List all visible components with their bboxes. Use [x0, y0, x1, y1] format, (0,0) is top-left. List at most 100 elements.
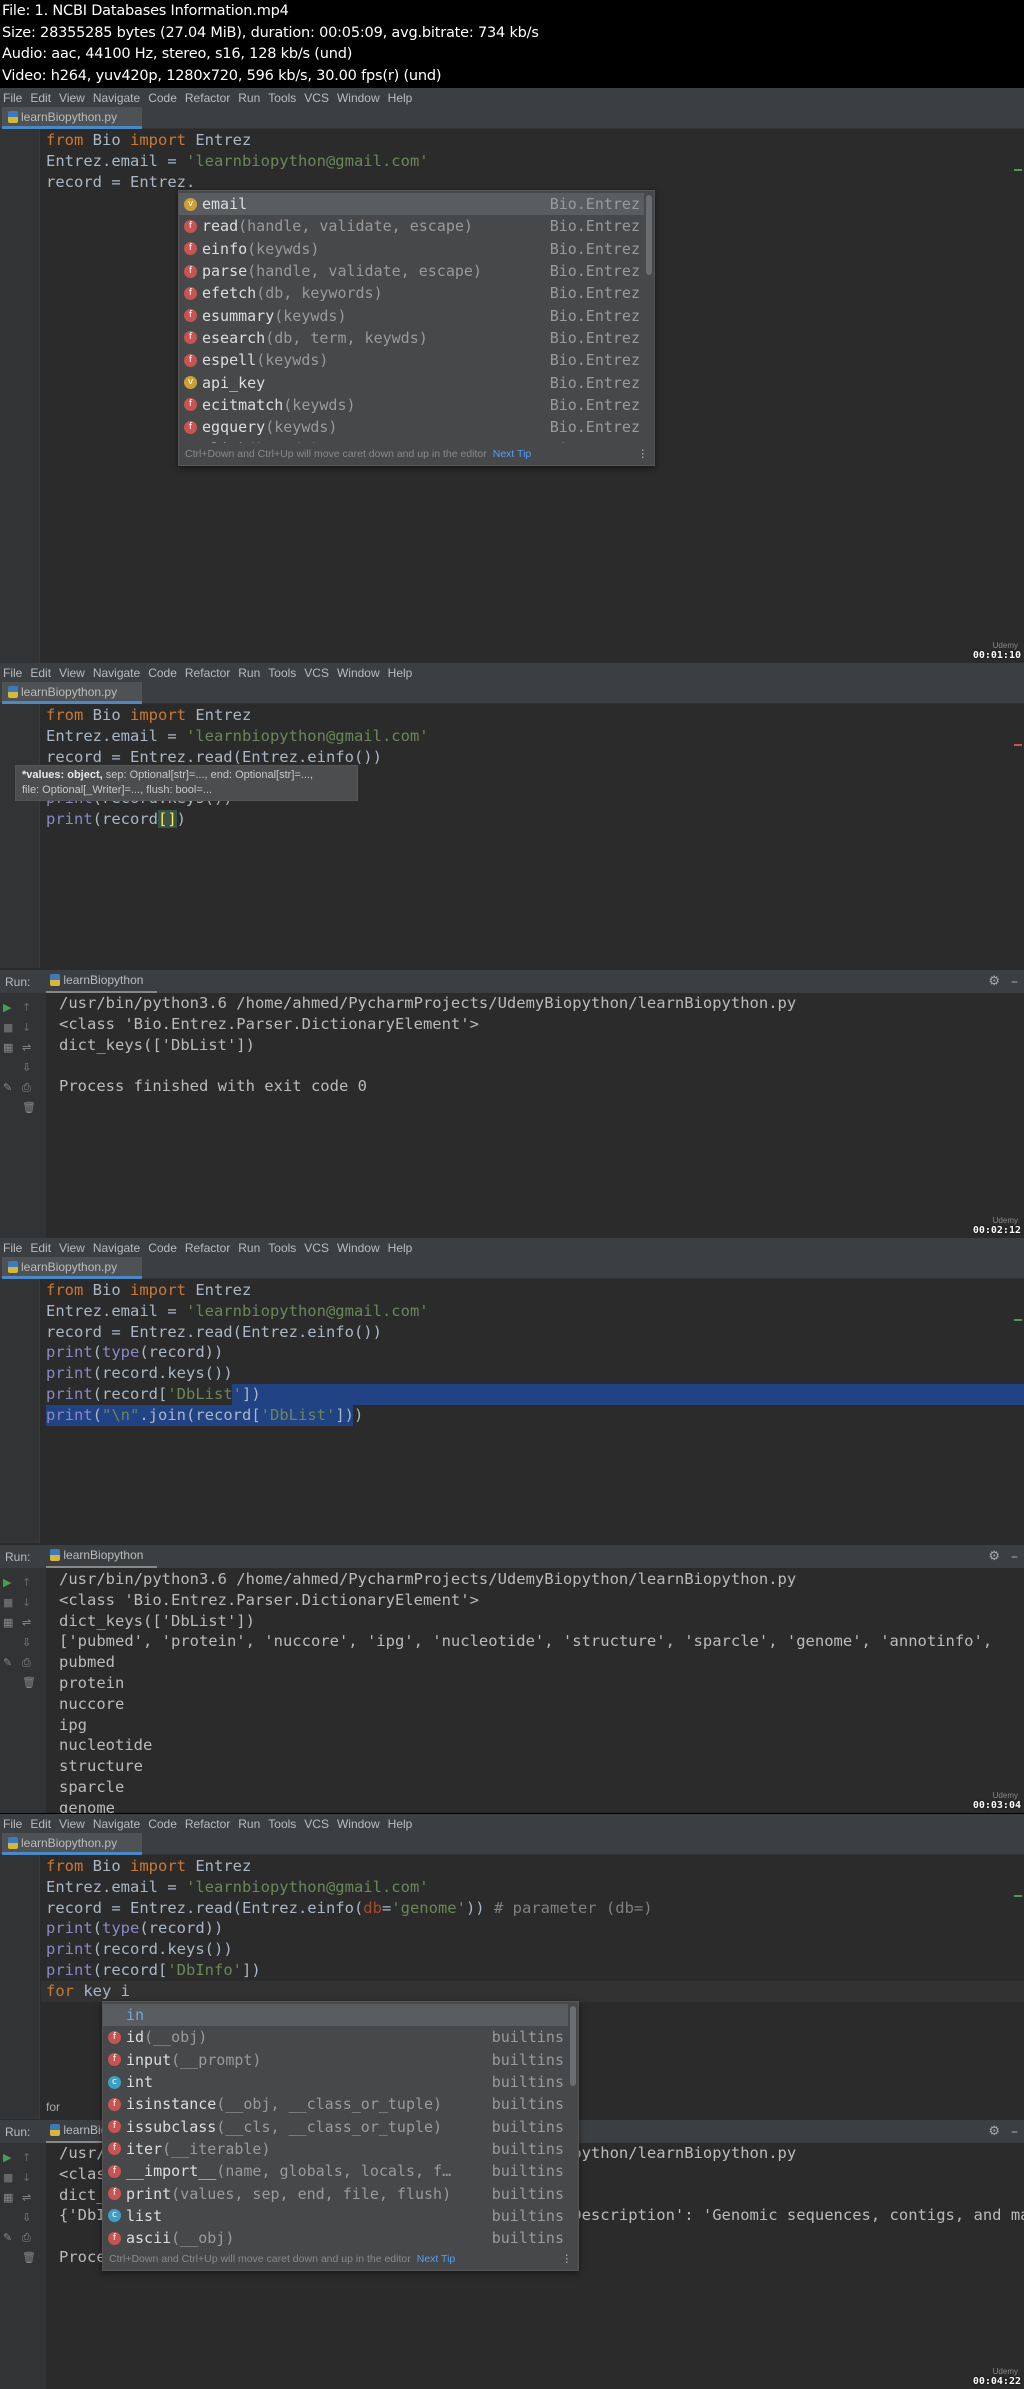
up-icon[interactable]: ↑: [22, 1001, 31, 1014]
code-line[interactable]: from Bio import Entrez: [46, 1856, 251, 1877]
completion-item[interactable]: f iter (__iterable) builtins: [103, 2138, 568, 2160]
next-tip-link[interactable]: Next Tip: [417, 2253, 456, 2265]
down-icon[interactable]: ↓: [22, 2171, 31, 2184]
completion-item[interactable]: f input (__prompt) builtins: [103, 2049, 568, 2071]
print-icon[interactable]: ⎙: [22, 1656, 31, 1670]
code-line[interactable]: Entrez.email = 'learnbiopython@gmail.com…: [46, 1301, 429, 1322]
menu-file[interactable]: File: [3, 91, 22, 105]
layout-icon[interactable]: ▦: [3, 1616, 13, 1629]
completion-item[interactable]: f parse (handle, validate, escape) Bio.Entr…: [179, 260, 644, 282]
menu-edit[interactable]: Edit: [30, 1241, 51, 1255]
tab-learnbiopython[interactable]: learnBiopython.py: [2, 682, 142, 704]
menu-refactor[interactable]: Refactor: [185, 91, 230, 105]
menu-tools[interactable]: Tools: [268, 666, 296, 680]
menu-view[interactable]: View: [59, 91, 85, 105]
code-line[interactable]: print(record[]): [46, 809, 186, 830]
completion-item[interactable]: v email Bio.Entrez: [179, 193, 644, 216]
menu-help[interactable]: Help: [388, 666, 413, 680]
stop-icon[interactable]: ■: [3, 1596, 13, 1609]
menu-code[interactable]: Code: [148, 91, 177, 105]
tab-learnbiopython[interactable]: learnBiopython.py: [2, 107, 142, 129]
hide-icon[interactable]: –: [1011, 1549, 1018, 1565]
rerun-icon[interactable]: ▶: [3, 2151, 11, 2164]
code-line[interactable]: print(record.keys()): [46, 1939, 233, 1960]
trash-icon[interactable]: 🗑: [22, 1101, 36, 1114]
completion-item[interactable]: in: [103, 2004, 568, 2027]
code-line[interactable]: print(record.keys()): [46, 1363, 233, 1384]
menu-window[interactable]: Window: [337, 91, 380, 105]
code-line[interactable]: print(record['DbInfo']): [46, 1960, 261, 1981]
trash-icon[interactable]: 🗑: [22, 1676, 36, 1689]
code-line[interactable]: record = Entrez.: [46, 172, 195, 193]
stop-icon[interactable]: ■: [3, 2171, 13, 2184]
completion-item[interactable]: f egquery (keywds) Bio.Entrez: [179, 416, 644, 438]
layout-icon[interactable]: ▦: [3, 1041, 13, 1054]
menu-vcs[interactable]: VCS: [304, 91, 329, 105]
more-options-icon[interactable]: ⋮: [638, 448, 649, 460]
rerun-icon[interactable]: ▶: [3, 1001, 11, 1014]
run-console-output[interactable]: ▶ ■ ↑ ↓ ▦ ⇌ ⇩ ✎ ⎙ 🗑 /usr/bin/python3.6 /home/ahmed…: [0, 1568, 1024, 1813]
menu-file[interactable]: File: [3, 1241, 22, 1255]
menu-help[interactable]: Help: [388, 1241, 413, 1255]
menu-code[interactable]: Code: [148, 1241, 177, 1255]
menu-vcs[interactable]: VCS: [304, 1241, 329, 1255]
completion-item[interactable]: f print (values, sep, end, file, flush) bui…: [103, 2182, 568, 2204]
menu-help[interactable]: Help: [388, 91, 413, 105]
code-editor[interactable]: from Bio import Entrez Entrez.email = 'le…: [0, 1279, 1024, 1543]
code-line[interactable]: record = Entrez.read(Entrez.einfo()): [46, 1322, 382, 1343]
menu-code[interactable]: Code: [148, 1817, 177, 1831]
hide-icon[interactable]: –: [1011, 2124, 1018, 2140]
run-tab-learnbiopython[interactable]: learnBiopython: [46, 970, 158, 994]
menu-window[interactable]: Window: [337, 1241, 380, 1255]
code-line[interactable]: Entrez.email = 'learnbiopython@gmail.com…: [46, 726, 429, 747]
menu-code[interactable]: Code: [148, 666, 177, 680]
menu-navigate[interactable]: Navigate: [93, 666, 140, 680]
trash-icon[interactable]: 🗑: [22, 2251, 36, 2264]
scroll-end-icon[interactable]: ⇩: [22, 2211, 31, 2224]
soft-wrap-icon[interactable]: ⇌: [22, 1041, 31, 1054]
code-line[interactable]: Entrez.email = 'learnbiopython@gmail.com…: [46, 151, 429, 172]
menu-edit[interactable]: Edit: [30, 666, 51, 680]
gear-icon[interactable]: ⚙: [988, 974, 1000, 989]
completion-item[interactable]: f read (handle, validate, escape) Bio.Entre…: [179, 215, 644, 237]
down-icon[interactable]: ↓: [22, 1021, 31, 1034]
up-icon[interactable]: ↑: [22, 1576, 31, 1589]
completion-item[interactable]: v api_key Bio.Entrez: [179, 371, 644, 393]
popup-scrollbar[interactable]: [646, 195, 652, 275]
completion-item[interactable]: c int builtins: [103, 2071, 568, 2093]
popup-scrollbar[interactable]: [570, 2006, 576, 2086]
code-line[interactable]: from Bio import Entrez: [46, 1280, 251, 1301]
pin-icon[interactable]: ✎: [3, 1656, 12, 1669]
completion-item[interactable]: f ascii (__obj) builtins: [103, 2227, 568, 2248]
menu-view[interactable]: View: [59, 666, 85, 680]
menu-tools[interactable]: Tools: [268, 1817, 296, 1831]
completion-item[interactable]: f esearch (db, term, keywds) Bio.Entrez: [179, 327, 644, 349]
pin-icon[interactable]: ✎: [3, 2231, 12, 2244]
completion-item[interactable]: f ecitmatch (keywds) Bio.Entrez: [179, 394, 644, 416]
rerun-icon[interactable]: ▶: [3, 1576, 11, 1589]
scroll-end-icon[interactable]: ⇩: [22, 1061, 31, 1074]
code-line[interactable]: print(type(record)): [46, 1342, 223, 1363]
next-tip-link[interactable]: Next Tip: [493, 448, 532, 460]
completion-item[interactable]: f esummary (keywds) Bio.Entrez: [179, 305, 644, 327]
hide-icon[interactable]: –: [1011, 974, 1018, 990]
code-line[interactable]: print("\n".join(record['DbList'])): [46, 1405, 363, 1426]
code-line[interactable]: for key i: [46, 1981, 130, 2002]
code-line[interactable]: print(record['DbList']): [46, 1384, 261, 1405]
menu-vcs[interactable]: VCS: [304, 1817, 329, 1831]
menu-run[interactable]: Run: [238, 1817, 260, 1831]
code-line[interactable]: from Bio import Entrez: [46, 705, 251, 726]
menu-tools[interactable]: Tools: [268, 1241, 296, 1255]
menu-view[interactable]: View: [59, 1241, 85, 1255]
tab-learnbiopython[interactable]: learnBiopython.py: [2, 1257, 142, 1279]
code-line[interactable]: from Bio import Entrez: [46, 130, 251, 151]
more-options-icon[interactable]: ⋮: [562, 2253, 573, 2265]
layout-icon[interactable]: ▦: [3, 2191, 13, 2204]
menu-view[interactable]: View: [59, 1817, 85, 1831]
up-icon[interactable]: ↑: [22, 2151, 31, 2164]
completion-item[interactable]: f efetch (db, keywords) Bio.Entrez: [179, 282, 644, 304]
menu-refactor[interactable]: Refactor: [185, 1817, 230, 1831]
tab-learnbiopython[interactable]: learnBiopython.py: [2, 1833, 142, 1855]
pin-icon[interactable]: ✎: [3, 1081, 12, 1094]
menu-edit[interactable]: Edit: [30, 91, 51, 105]
